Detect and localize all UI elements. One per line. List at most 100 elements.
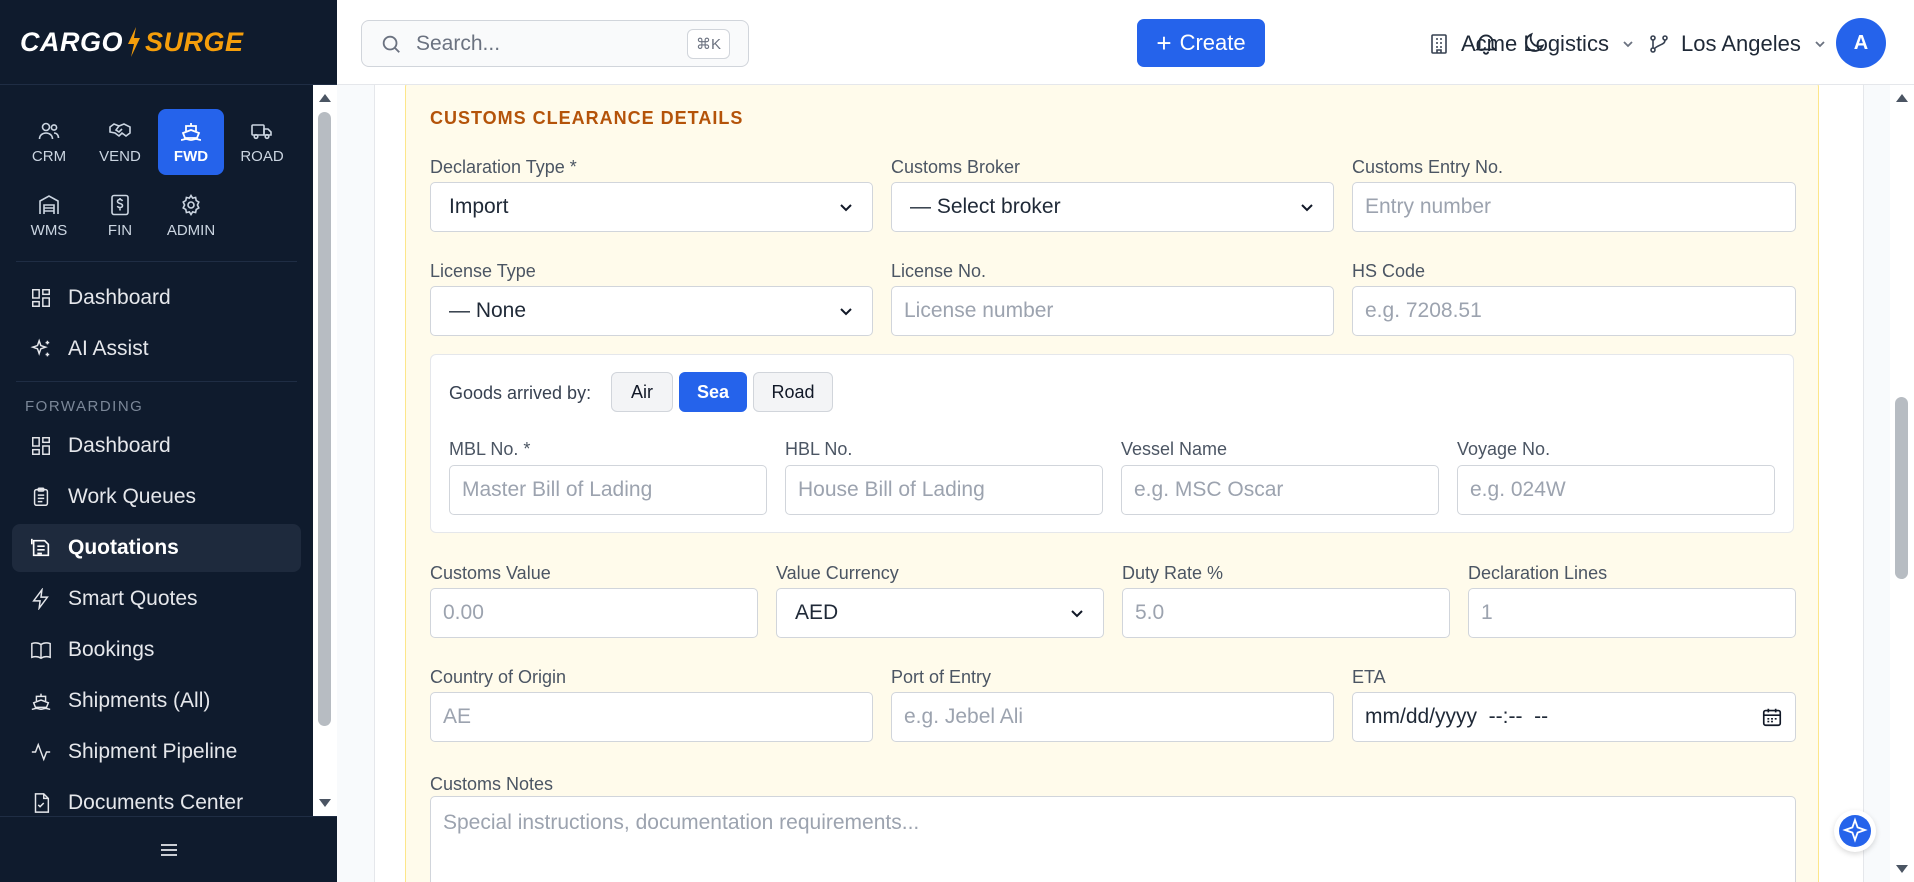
value-currency-label: Value Currency	[776, 563, 899, 583]
customs-value-input[interactable]: 0.00	[430, 588, 758, 638]
module-crm[interactable]: CRM	[16, 109, 82, 175]
module-fwd[interactable]: FWD	[158, 109, 224, 175]
scroll-thumb[interactable]	[318, 112, 331, 726]
search-shortcut-hint: ⌘K	[686, 29, 730, 59]
bolt-icon	[32, 588, 49, 610]
declaration-type-select[interactable]: Import	[430, 182, 873, 232]
sidebar-scrollbar[interactable]	[313, 85, 337, 816]
create-button-label: Create	[1179, 30, 1246, 55]
users-icon	[38, 122, 60, 140]
module-fin[interactable]: FIN	[87, 183, 153, 249]
nav-item-label: Shipment Pipeline	[68, 740, 238, 763]
voyage-no-input[interactable]: e.g. 024W	[1457, 465, 1775, 515]
eta-datetime-input[interactable]: mm/dd/yyyy --:-- --	[1352, 692, 1796, 742]
hamburger-icon	[160, 843, 177, 856]
module-wms[interactable]: WMS	[16, 183, 82, 249]
sidebar-collapse-toggle[interactable]	[0, 816, 337, 882]
mode-road-button[interactable]: Road	[753, 372, 833, 412]
branch-name: Los Angeles	[1681, 31, 1801, 56]
mode-air-button[interactable]: Air	[611, 372, 673, 412]
module-label: FIN	[107, 222, 133, 239]
goods-arrival-panel: Goods arrived by: Air Sea Road MBL No. *…	[430, 354, 1794, 533]
license-no-label: License No.	[891, 261, 987, 281]
dashboard-icon	[32, 289, 50, 307]
duty-rate-label: Duty Rate %	[1122, 563, 1224, 583]
section-title: CUSTOMS CLEARANCE DETAILS	[430, 108, 744, 128]
eta-placeholder: mm/dd/yyyy --:-- --	[1365, 705, 1549, 728]
search-input[interactable]	[416, 31, 676, 56]
module-label: ADMIN	[166, 222, 216, 239]
chevron-down-icon	[840, 308, 852, 316]
nav-item-shipment-pipeline[interactable]: Shipment Pipeline	[12, 728, 301, 776]
goods-arrived-label: Goods arrived by:	[449, 383, 592, 403]
customs-broker-value: — Select broker	[910, 195, 1061, 218]
nav-item-dashboard[interactable]: Dashboard	[12, 274, 301, 322]
license-type-select[interactable]: — None	[430, 286, 873, 336]
sidebar-divider	[16, 261, 297, 262]
brand-logo[interactable]: CARGO SURGE	[0, 0, 337, 85]
hs-code-input[interactable]: e.g. 7208.51	[1352, 286, 1796, 336]
main-content: CUSTOMS CLEARANCE DETAILS Declaration Ty…	[337, 85, 1890, 882]
duty-rate-input[interactable]: 5.0	[1122, 588, 1450, 638]
company-name: Acme Logistics	[1461, 31, 1609, 56]
branch-selector[interactable]: Los Angeles	[1647, 24, 1827, 64]
warehouse-icon	[39, 195, 59, 214]
license-no-input[interactable]: License number	[891, 286, 1334, 336]
scroll-down-arrow[interactable]	[319, 799, 331, 807]
nav-item-smart-quotes[interactable]: Smart Quotes	[12, 575, 301, 623]
module-vend[interactable]: VEND	[87, 109, 153, 175]
port-of-entry-input[interactable]: e.g. Jebel Ali	[891, 692, 1334, 742]
chevron-down-icon	[1815, 41, 1825, 48]
plus-icon: +	[1156, 27, 1172, 58]
license-type-value: — None	[449, 299, 527, 322]
nav-item-label: AI Assist	[68, 337, 149, 360]
document-icon	[34, 793, 50, 813]
nav-item-label: Dashboard	[68, 434, 171, 457]
customs-broker-select[interactable]: — Select broker	[891, 182, 1334, 232]
building-icon	[1431, 34, 1447, 54]
value-currency-select[interactable]: AED	[776, 588, 1104, 638]
country-of-origin-label: Country of Origin	[430, 667, 567, 687]
scroll-thumb[interactable]	[1895, 397, 1908, 579]
brand-part-1: CARGO	[20, 26, 123, 57]
search-box[interactable]: ⌘K	[361, 20, 749, 67]
company-selector[interactable]: Acme Logistics	[1427, 24, 1635, 64]
nav-item-fwd-dashboard[interactable]: Dashboard	[12, 422, 301, 470]
chevron-down-icon	[1071, 610, 1083, 618]
scroll-up-arrow[interactable]	[1896, 94, 1908, 102]
nav-item-documents-center[interactable]: Documents Center	[12, 779, 301, 816]
mode-sea-button[interactable]: Sea	[679, 372, 747, 412]
module-road[interactable]: ROAD	[229, 109, 295, 175]
customs-entry-input[interactable]: Entry number	[1352, 182, 1796, 232]
customs-entry-label: Customs Entry No.	[1352, 157, 1504, 177]
dashboard-icon	[32, 437, 50, 455]
chevron-down-icon	[840, 204, 852, 212]
sidebar-divider	[16, 381, 297, 382]
nav-item-work-queues[interactable]: Work Queues	[12, 473, 301, 521]
scroll-down-arrow[interactable]	[1896, 865, 1908, 873]
user-avatar[interactable]: A	[1836, 18, 1886, 68]
mbl-input[interactable]: Master Bill of Lading	[449, 465, 767, 515]
nav-item-label: Documents Center	[68, 791, 244, 814]
scroll-up-arrow[interactable]	[319, 94, 331, 102]
main-scrollbar[interactable]	[1890, 85, 1914, 882]
nav-item-shipments[interactable]: Shipments (All)	[12, 677, 301, 725]
hs-code-label: HS Code	[1352, 261, 1426, 281]
nav-item-label: Work Queues	[68, 485, 196, 508]
declaration-lines-input[interactable]: 1	[1468, 588, 1796, 638]
customs-notes-textarea[interactable]: Special instructions, documentation requ…	[430, 796, 1796, 882]
ai-assistant-fab[interactable]	[1834, 810, 1876, 852]
country-of-origin-input[interactable]: AE	[430, 692, 873, 742]
voyage-no-label: Voyage No.	[1457, 439, 1551, 459]
nav-item-ai-assist[interactable]: AI Assist	[12, 325, 301, 373]
vessel-name-input[interactable]: e.g. MSC Oscar	[1121, 465, 1439, 515]
calendar-icon[interactable]	[1761, 706, 1783, 728]
module-admin[interactable]: ADMIN	[158, 183, 224, 249]
create-button[interactable]: + Create	[1137, 19, 1265, 67]
sparkle-icon	[30, 338, 50, 357]
nav-item-label: Smart Quotes	[68, 587, 198, 610]
nav-item-bookings[interactable]: Bookings	[12, 626, 301, 674]
hbl-input[interactable]: House Bill of Lading	[785, 465, 1103, 515]
section-label-forwarding: FORWARDING	[25, 398, 144, 415]
nav-item-quotations[interactable]: Quotations	[12, 524, 301, 572]
